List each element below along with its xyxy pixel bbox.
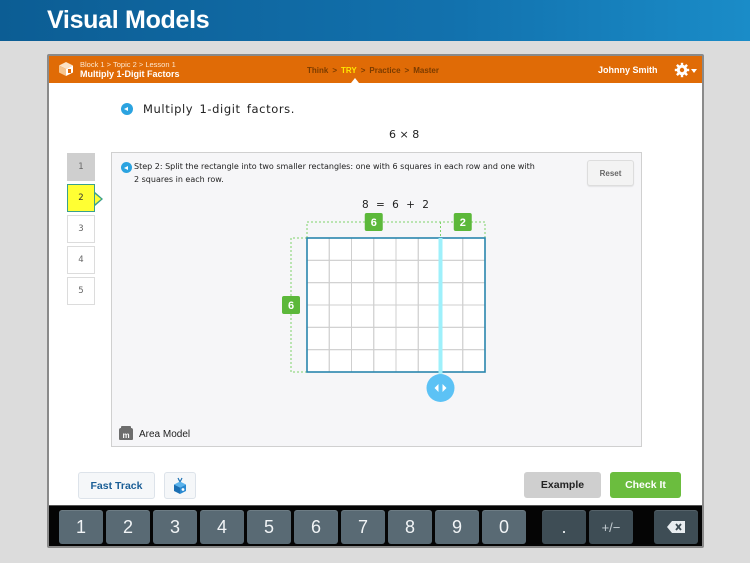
phase-think[interactable]: Think	[307, 66, 328, 75]
phase-try[interactable]: TRY	[341, 66, 357, 75]
help-button[interactable]	[164, 472, 196, 499]
key-7[interactable]: 7	[341, 510, 385, 544]
key-decimal[interactable]: .	[542, 510, 586, 544]
area-model-icon: m	[119, 426, 133, 440]
breadcrumb[interactable]: Block 1 > Topic 2 > Lesson 1	[80, 60, 176, 69]
label-top-left: 6	[371, 217, 377, 229]
label-top-right: 2	[460, 217, 466, 229]
user-name[interactable]: Johnny Smith	[598, 65, 658, 75]
label-left: 6	[288, 300, 294, 312]
model-name: Area Model	[139, 428, 191, 440]
check-it-button[interactable]: Check It	[610, 472, 681, 498]
phase-master[interactable]: Master	[413, 66, 439, 75]
prompt-row: Multiply 1-digit factors.	[121, 102, 295, 116]
gear-icon[interactable]	[674, 62, 690, 78]
example-button[interactable]: Example	[524, 472, 601, 498]
work-panel: Step 2: Split the rectangle into two sma…	[111, 152, 642, 447]
app-frame: Block 1 > Topic 2 > Lesson 1 Multiply 1-…	[47, 54, 704, 548]
chevron-down-icon[interactable]	[691, 69, 697, 73]
phase-separator: >	[404, 66, 410, 75]
step-item-4[interactable]: 4	[67, 246, 95, 274]
step-list: 1 2 3 4 5	[67, 153, 103, 308]
phase-practice[interactable]: Practice	[369, 66, 400, 75]
problem-expression: 6 × 8	[389, 128, 420, 141]
key-backspace[interactable]	[654, 510, 698, 544]
step-item-3[interactable]: 3	[67, 215, 95, 243]
phase-separator: >	[332, 66, 338, 75]
lesson-header: Block 1 > Topic 2 > Lesson 1 Multiply 1-…	[49, 56, 702, 83]
lesson-title: Multiply 1-Digit Factors	[80, 69, 180, 79]
help-cube-icon	[174, 477, 186, 494]
backspace-icon	[667, 521, 685, 533]
cube-logo-icon	[59, 62, 73, 76]
key-9[interactable]: 9	[435, 510, 479, 544]
fast-track-button[interactable]: Fast Track	[78, 472, 155, 499]
split-handle[interactable]	[426, 374, 455, 402]
number-keypad: 1 2 3 4 5 6 7 8 9 0 . +/−	[49, 505, 702, 546]
phase-separator: >	[360, 66, 366, 75]
phase-nav: Think > TRY > Practice > Master	[307, 66, 439, 75]
key-plus-minus[interactable]: +/−	[589, 510, 633, 544]
step-item-1[interactable]: 1	[67, 153, 95, 181]
key-4[interactable]: 4	[200, 510, 244, 544]
area-model: 6 2 6	[282, 213, 486, 402]
key-2[interactable]: 2	[106, 510, 150, 544]
prompt-text: Multiply 1-digit factors.	[143, 102, 296, 116]
banner-title: Visual Models	[47, 6, 210, 34]
key-0[interactable]: 0	[482, 510, 526, 544]
active-phase-indicator	[351, 78, 359, 83]
top-banner: Visual Models	[0, 0, 750, 41]
speaker-icon[interactable]	[121, 103, 133, 115]
step-item-5[interactable]: 5	[67, 277, 95, 305]
model-label: m Area Model	[119, 426, 191, 440]
key-3[interactable]: 3	[153, 510, 197, 544]
key-6[interactable]: 6	[294, 510, 338, 544]
key-8[interactable]: 8	[388, 510, 432, 544]
key-1[interactable]: 1	[59, 510, 103, 544]
key-5[interactable]: 5	[247, 510, 291, 544]
step-item-2[interactable]: 2	[67, 184, 103, 212]
